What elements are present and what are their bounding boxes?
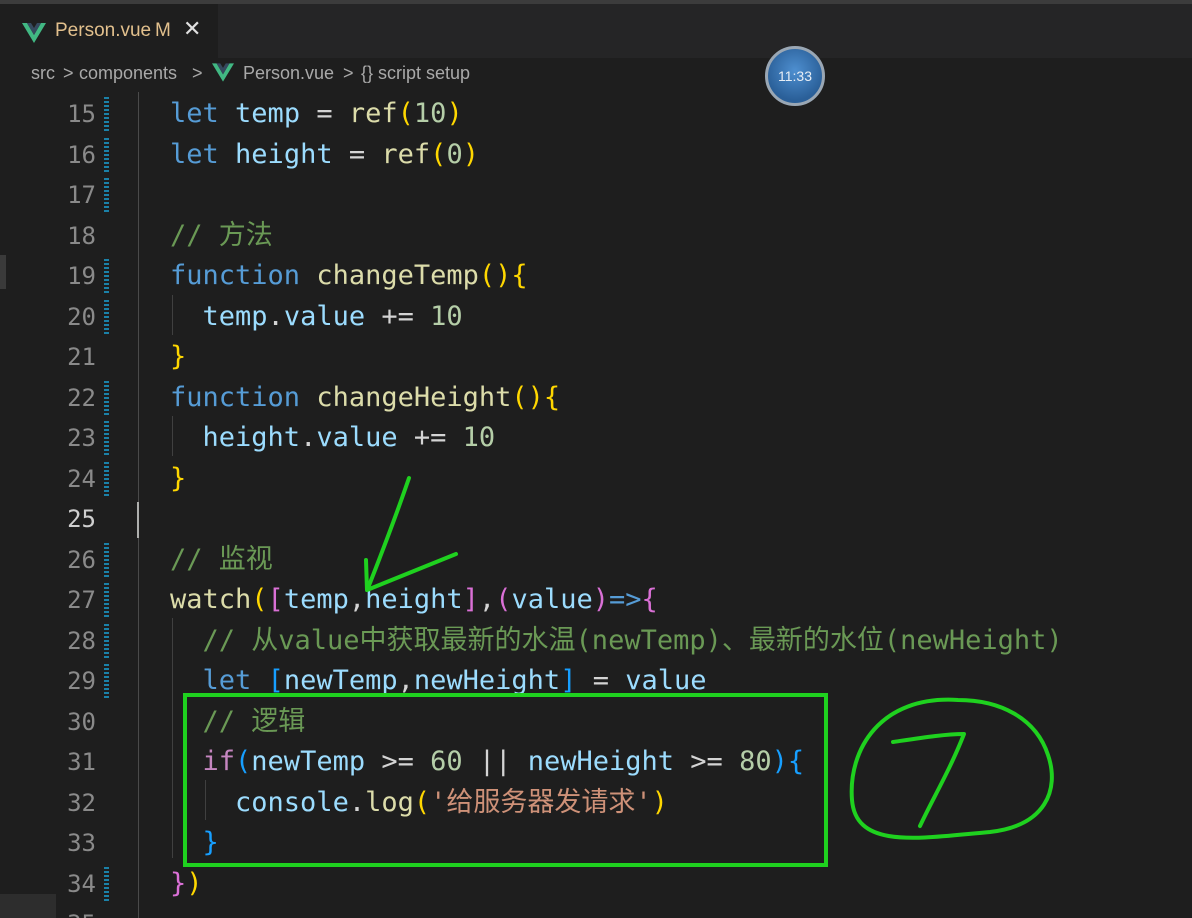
code-line: 17	[0, 175, 1192, 215]
line-code: // 监视	[170, 544, 273, 575]
line-code: let height = ref(0)	[170, 139, 479, 170]
code-line: 18 // 方法	[0, 216, 1192, 256]
code-line: 33 }	[0, 823, 1192, 863]
line-number: 16	[67, 141, 96, 169]
line-code: if(newTemp >= 60 || newHeight >= 80){	[202, 746, 805, 777]
modified-line-marker	[104, 381, 109, 415]
code-line: 20 temp.value += 10	[0, 297, 1192, 337]
modified-line-marker	[104, 421, 109, 455]
line-code: }	[170, 463, 187, 494]
code-line: 35	[0, 904, 1192, 918]
code-line: 19 function changeTemp(){	[0, 256, 1192, 296]
code-line: 21 }	[0, 337, 1192, 377]
modified-line-marker	[104, 97, 109, 131]
code-line: 28 // 从value中获取最新的水温(newTemp)、最新的水位(newH…	[0, 621, 1192, 661]
tab-file-name: Person.vue	[55, 20, 152, 41]
breadcrumb-item-components[interactable]: components	[79, 63, 177, 84]
line-code: function changeHeight(){	[170, 382, 561, 413]
code-line: 32 console.log('给服务器发请求')	[0, 783, 1192, 823]
editor-tab-bar: Person.vue M ✕	[0, 0, 1192, 58]
modified-line-marker	[104, 178, 109, 212]
code-line: 23 height.value += 10	[0, 418, 1192, 458]
code-line: 24 }	[0, 459, 1192, 499]
line-number: 32	[67, 789, 96, 817]
code-line: 26 // 监视	[0, 540, 1192, 580]
line-code: })	[170, 868, 203, 899]
code-line: 34 })	[0, 864, 1192, 904]
modified-line-marker	[104, 462, 109, 496]
breadcrumb: src > components > Person.vue > {} scrip…	[0, 58, 1192, 92]
line-code: watch([temp,height],(value)=>{	[170, 584, 658, 615]
code-line: 27 watch([temp,height],(value)=>{	[0, 580, 1192, 620]
vue-logo-icon	[22, 23, 46, 43]
code-line: 22 function changeHeight(){	[0, 378, 1192, 418]
clock-time: 11:33	[778, 68, 812, 84]
line-number: 21	[67, 343, 96, 371]
code-editor[interactable]: 15 let temp = ref(10) 16 let height = re…	[0, 92, 1192, 918]
line-code: // 从value中获取最新的水温(newTemp)、最新的水位(newHeig…	[170, 625, 1063, 656]
breadcrumb-separator: >	[192, 63, 203, 83]
code-line: 31 if(newTemp >= 60 || newHeight >= 80){	[0, 742, 1192, 782]
line-number: 20	[67, 303, 96, 331]
breadcrumb-item-script-setup[interactable]: {} script setup	[361, 63, 470, 84]
modified-badge: M	[155, 20, 171, 41]
line-number: 22	[67, 384, 96, 412]
line-number: 33	[67, 829, 96, 857]
code-line: 16 let height = ref(0)	[0, 135, 1192, 175]
scroll-edge-marker	[0, 255, 6, 289]
line-code: height.value += 10	[202, 422, 496, 453]
modified-line-marker	[104, 138, 109, 172]
line-number: 23	[67, 424, 96, 452]
breadcrumb-item-src[interactable]: src	[31, 63, 55, 84]
modified-line-marker	[104, 300, 109, 334]
line-number: 24	[67, 465, 96, 493]
line-code: let temp = ref(10)	[170, 98, 463, 129]
line-number: 27	[67, 586, 96, 614]
modified-line-marker	[104, 543, 109, 577]
line-code: }	[170, 827, 219, 858]
line-code: console.log('给服务器发请求')	[235, 787, 668, 818]
modified-line-marker	[104, 259, 109, 293]
breadcrumb-separator: >	[63, 63, 74, 83]
line-code: // 方法	[170, 220, 273, 251]
line-number: 19	[67, 262, 96, 290]
panel-edge	[0, 894, 56, 918]
line-number: 29	[67, 667, 96, 695]
line-number: 31	[67, 748, 96, 776]
close-icon[interactable]: ✕	[183, 16, 201, 42]
line-code: }	[170, 341, 187, 372]
breadcrumb-separator: >	[343, 63, 354, 83]
modified-line-marker	[104, 664, 109, 698]
line-code: function changeTemp(){	[170, 260, 528, 291]
code-line: 15 let temp = ref(10)	[0, 94, 1192, 134]
code-line-active: 25	[0, 499, 1192, 539]
tab-person-vue[interactable]: Person.vue M ✕	[0, 4, 218, 58]
code-line: 29 let [newTemp,newHeight] = value	[0, 661, 1192, 701]
vue-logo-icon	[212, 63, 234, 82]
line-number: 18	[67, 222, 96, 250]
line-number: 25	[67, 505, 96, 533]
line-number: 28	[67, 627, 96, 655]
line-number: 15	[67, 100, 96, 128]
line-number: 17	[67, 181, 96, 209]
line-code: let [newTemp,newHeight] = value	[202, 665, 707, 696]
breadcrumb-item-person-vue[interactable]: Person.vue	[243, 63, 334, 84]
modified-line-marker	[104, 583, 109, 617]
modified-line-marker	[104, 624, 109, 658]
line-number: 26	[67, 546, 96, 574]
modified-line-marker	[104, 867, 109, 901]
line-code: // 逻辑	[170, 706, 306, 737]
line-number: 30	[67, 708, 96, 736]
code-line: 30 // 逻辑	[0, 702, 1192, 742]
line-code: temp.value += 10	[202, 301, 463, 332]
